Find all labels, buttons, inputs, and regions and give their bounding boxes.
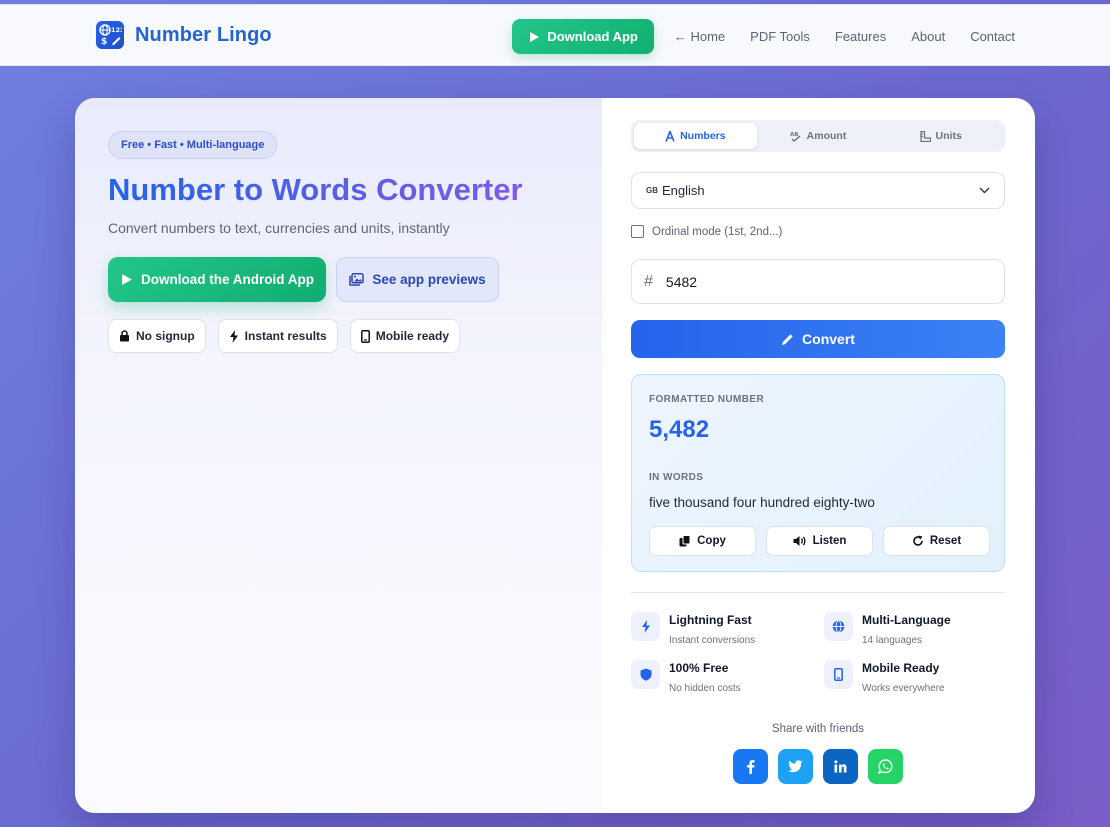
feature-subtitle: 14 languages xyxy=(862,635,923,646)
svg-text:$: $ xyxy=(101,37,107,47)
listen-button[interactable]: Listen xyxy=(766,526,873,556)
reset-icon xyxy=(913,535,923,546)
nav-link-contact[interactable]: Contact xyxy=(970,29,1015,44)
formatted-number-value: 5,482 xyxy=(649,416,710,443)
in-words-label: IN WORDS xyxy=(649,472,704,483)
brand-name: Number Lingo xyxy=(135,23,272,46)
whatsapp-share-button[interactable] xyxy=(868,749,903,784)
bolt-icon xyxy=(631,612,660,641)
copy-button[interactable]: Copy xyxy=(649,526,756,556)
play-icon xyxy=(122,274,132,285)
speaker-icon xyxy=(793,536,806,546)
hero-badge: Free • Fast • Multi-language xyxy=(108,131,278,159)
whatsapp-icon xyxy=(878,759,893,774)
ordinal-mode-option[interactable]: Ordinal mode (1st, 2nd...) xyxy=(631,225,782,238)
feature-subtitle: Works everywhere xyxy=(862,683,945,694)
download-android-app-button[interactable]: Download the Android App xyxy=(108,257,326,302)
svg-text:AB: AB xyxy=(790,132,798,138)
hero-title: Number to Words Converter xyxy=(108,172,523,207)
share-buttons xyxy=(733,749,903,784)
hero-cta-row: Download the Android App See app preview… xyxy=(108,257,499,302)
top-navbar: 123 $ Number Lingo Download App ← Home P… xyxy=(0,4,1110,66)
copy-icon xyxy=(679,535,691,547)
feature-free: 100% Free No hidden costs xyxy=(631,660,741,694)
feature-subtitle: Instant conversions xyxy=(669,635,756,646)
language-value: English xyxy=(662,183,705,198)
mobile-icon xyxy=(360,329,370,343)
pencil-icon xyxy=(782,333,793,345)
hero-panel: Free • Fast • Multi-language Number to W… xyxy=(75,98,602,813)
images-icon xyxy=(349,273,365,286)
ordinal-mode-checkbox[interactable] xyxy=(631,225,644,238)
brand[interactable]: 123 $ Number Lingo xyxy=(96,21,272,49)
feature-title: 100% Free xyxy=(669,661,729,675)
main-card: Free • Fast • Multi-language Number to W… xyxy=(75,98,1035,813)
formatted-number-label: FORMATTED NUMBER xyxy=(649,394,765,405)
flag-icon: GB xyxy=(646,186,658,195)
number-input[interactable]: # 5482 xyxy=(631,259,1005,304)
hash-icon: # xyxy=(644,272,653,290)
chevron-down-icon xyxy=(979,187,990,194)
facebook-share-button[interactable] xyxy=(733,749,768,784)
tab-units[interactable]: Units xyxy=(879,123,1002,149)
twitter-icon xyxy=(788,760,803,773)
ruler-icon xyxy=(919,130,931,142)
divider xyxy=(631,592,1005,593)
language-select[interactable]: GB English xyxy=(631,172,1005,209)
chip-no-signup: No signup xyxy=(108,319,206,353)
result-actions: Copy Listen Reset xyxy=(649,526,990,556)
svg-text:123: 123 xyxy=(111,26,122,34)
convert-button[interactable]: Convert xyxy=(631,320,1005,358)
logo-icon: 123 $ xyxy=(96,21,124,49)
download-app-button[interactable]: Download App xyxy=(512,19,654,54)
tab-amount[interactable]: AB Amount xyxy=(757,123,880,149)
feature-multi-language: Multi-Language 14 languages xyxy=(824,612,951,646)
share-label: Share with friends xyxy=(771,723,865,735)
nav-link-home[interactable]: ← Home xyxy=(674,29,725,44)
bolt-icon xyxy=(229,329,238,343)
chip-instant-results: Instant results xyxy=(217,319,338,353)
hero-chip-row: No signup Instant results Mobile ready xyxy=(108,319,461,353)
nav-link-pdf-tools[interactable]: PDF Tools xyxy=(750,29,810,44)
twitter-share-button[interactable] xyxy=(778,749,813,784)
nav-menu: Download App ← Home PDF Tools Features A… xyxy=(512,19,1015,54)
shield-icon xyxy=(631,660,660,689)
linkedin-share-button[interactable] xyxy=(823,749,858,784)
feature-lightning-fast: Lightning Fast Instant conversions xyxy=(631,612,755,646)
feature-title: Lightning Fast xyxy=(669,613,752,627)
spell-check-icon: AB xyxy=(790,132,801,142)
nav-link-about[interactable]: About xyxy=(911,29,945,44)
globe-icon xyxy=(824,612,853,641)
facebook-icon xyxy=(747,760,755,774)
ordinal-mode-label: Ordinal mode (1st, 2nd...) xyxy=(652,225,783,238)
converter-tabs: Numbers AB Amount Units xyxy=(631,120,1005,152)
hero-subtitle: Convert numbers to text, currencies and … xyxy=(108,220,450,236)
feature-subtitle: No hidden costs xyxy=(669,683,741,694)
letter-a-icon xyxy=(665,130,675,142)
see-app-previews-button[interactable]: See app previews xyxy=(336,257,499,302)
linkedin-icon xyxy=(834,760,847,773)
reset-button[interactable]: Reset xyxy=(883,526,990,556)
in-words-value: five thousand four hundred eighty-two xyxy=(649,495,875,510)
converter-panel: Numbers AB Amount Units GB English Ordin… xyxy=(631,98,1005,813)
chip-mobile-ready: Mobile ready xyxy=(349,319,461,353)
feature-mobile-ready: Mobile Ready Works everywhere xyxy=(824,660,945,694)
tab-numbers[interactable]: Numbers xyxy=(634,123,757,149)
mobile-icon xyxy=(824,660,853,689)
feature-title: Mobile Ready xyxy=(862,661,940,675)
number-input-value: 5482 xyxy=(665,273,698,290)
lock-icon xyxy=(120,330,129,342)
result-panel: FORMATTED NUMBER 5,482 IN WORDS five tho… xyxy=(631,374,1005,572)
feature-title: Multi-Language xyxy=(862,613,951,627)
play-icon xyxy=(530,31,540,42)
nav-link-features[interactable]: Features xyxy=(835,29,886,44)
